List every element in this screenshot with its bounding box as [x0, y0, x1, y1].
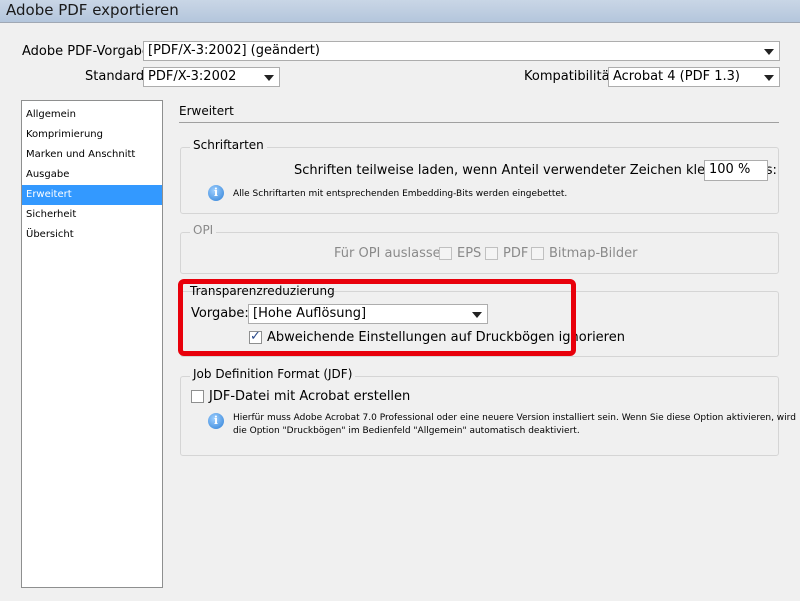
preset-dropdown[interactable]: [PDF/X-3:2002] (geändert) [143, 41, 780, 61]
info-icon: i [208, 185, 224, 201]
title-bar: Adobe PDF exportieren [0, 0, 800, 22]
sidebar-item-komprimierung[interactable]: Komprimierung [22, 125, 162, 145]
sidebar-item-sicherheit[interactable]: Sicherheit [22, 205, 162, 225]
standard-label: Standard: [85, 69, 149, 84]
page-title: Erweitert [179, 104, 234, 118]
chevron-down-icon [764, 75, 774, 81]
chevron-down-icon [764, 49, 774, 55]
opi-eps-checkbox[interactable] [439, 247, 452, 260]
info-icon: i [208, 413, 224, 429]
fonts-group-title: Schriftarten [190, 138, 267, 152]
opi-bitmap-checkbox[interactable] [531, 247, 544, 260]
opi-eps-label: EPS [457, 246, 482, 261]
compat-dropdown[interactable]: Acrobat 4 (PDF 1.3) [608, 67, 780, 87]
opi-pdf-checkbox[interactable] [485, 247, 498, 260]
sidebar-item-ausgabe[interactable]: Ausgabe [22, 165, 162, 185]
highlight-annotation [178, 279, 576, 356]
sidebar-item-uebersicht[interactable]: Übersicht [22, 225, 162, 245]
jdf-create-checkbox[interactable] [191, 390, 204, 403]
sidebar-item-marken-und-anschnitt[interactable]: Marken und Anschnitt [22, 145, 162, 165]
compat-value: Acrobat 4 (PDF 1.3) [613, 69, 740, 84]
window-title: Adobe PDF exportieren [6, 1, 179, 19]
opi-bitmap-label: Bitmap-Bilder [549, 246, 638, 261]
jdf-group-title: Job Definition Format (JDF) [190, 367, 356, 381]
sidebar: Allgemein Komprimierung Marken und Ansch… [21, 100, 163, 588]
jdf-create-label: JDF-Datei mit Acrobat erstellen [209, 389, 411, 404]
font-subset-input[interactable]: 100 % [704, 160, 768, 181]
standard-value: PDF/X-3:2002 [148, 69, 237, 84]
section-divider [179, 122, 779, 123]
preset-value: [PDF/X-3:2002] (geändert) [148, 43, 320, 58]
jdf-info-line1: Hierfür muss Adobe Acrobat 7.0 Professio… [233, 413, 796, 423]
opi-pdf-label: PDF [503, 246, 529, 261]
opi-group-title: OPI [190, 223, 217, 237]
compat-label: Kompatibilität: [524, 69, 620, 84]
opi-omit-label: Für OPI auslassen: [334, 246, 454, 261]
jdf-info-line2: die Option "Druckbögen" im Bedienfeld "A… [233, 426, 580, 436]
sidebar-item-erweitert[interactable]: Erweitert [22, 185, 162, 205]
sidebar-item-allgemein[interactable]: Allgemein [22, 105, 162, 125]
fonts-group: Schriftarten [180, 138, 779, 214]
fonts-info-text: Alle Schriftarten mit entsprechenden Emb… [233, 189, 568, 199]
standard-dropdown[interactable]: PDF/X-3:2002 [143, 67, 280, 87]
chevron-down-icon [264, 75, 274, 81]
preset-label: Adobe PDF-Vorgabe: [22, 44, 155, 59]
